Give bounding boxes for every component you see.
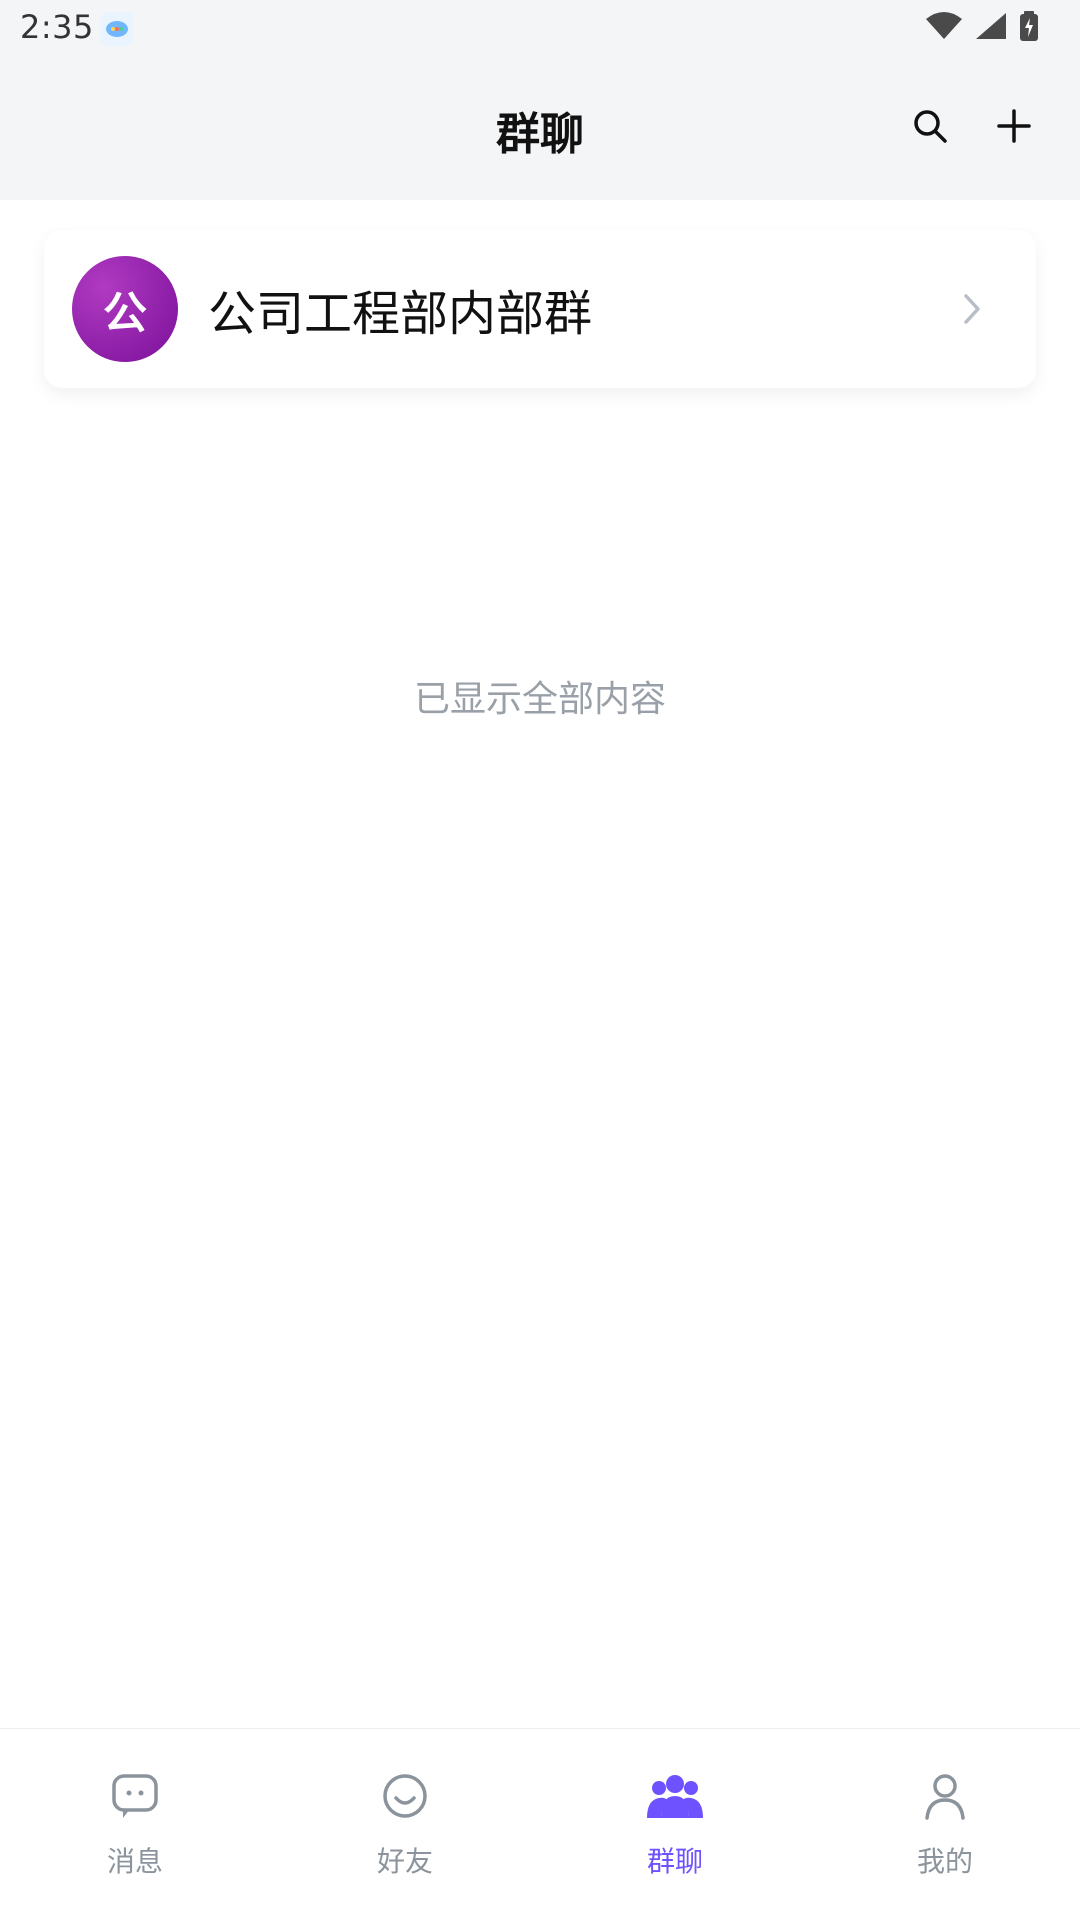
screen: 2:35 群聊 公 公司工程部内部群 已显示全部内容 消息 好友 群聊 我的 xyxy=(0,0,1080,1920)
nav-item-me[interactable]: 我的 xyxy=(855,1750,1035,1900)
signal-icon xyxy=(974,11,1008,45)
nav-label-messages: 消息 xyxy=(106,1845,163,1878)
status-icons xyxy=(924,10,1040,46)
message-icon xyxy=(109,1770,161,1826)
nav-label-groups: 群聊 xyxy=(646,1845,703,1878)
search-icon xyxy=(910,106,950,150)
chat-app-icon xyxy=(100,12,134,46)
group-avatar-text: 公 xyxy=(103,288,147,339)
status-bar: 2:35 xyxy=(0,0,1080,60)
header-actions xyxy=(904,102,1040,154)
list-end-note: 已显示全部内容 xyxy=(413,679,666,720)
smile-icon xyxy=(379,1770,431,1826)
nav-item-friends[interactable]: 好友 xyxy=(315,1750,495,1900)
search-button[interactable] xyxy=(904,102,956,154)
group-avatar: 公 xyxy=(72,256,178,362)
group-icon xyxy=(645,1770,705,1826)
person-icon xyxy=(919,1770,971,1826)
bottom-nav: 消息 好友 群聊 我的 xyxy=(0,1728,1080,1920)
chevron-right-icon xyxy=(952,286,992,332)
group-name: 公司工程部内部群 xyxy=(208,286,593,342)
nav-label-me: 我的 xyxy=(916,1845,973,1878)
nav-item-groups[interactable]: 群聊 xyxy=(585,1750,765,1900)
nav-item-messages[interactable]: 消息 xyxy=(45,1750,225,1900)
wifi-icon xyxy=(924,11,964,45)
status-time: 2:35 xyxy=(20,8,94,46)
add-button[interactable] xyxy=(988,102,1040,154)
content-area: 公 公司工程部内部群 已显示全部内容 xyxy=(0,200,1080,1728)
top-area: 2:35 群聊 xyxy=(0,0,1080,200)
app-header: 群聊 xyxy=(0,60,1080,200)
nav-label-friends: 好友 xyxy=(376,1845,433,1878)
plus-icon xyxy=(994,106,1034,150)
group-list-item[interactable]: 公 公司工程部内部群 xyxy=(44,230,1036,388)
battery-charging-icon xyxy=(1018,10,1040,46)
